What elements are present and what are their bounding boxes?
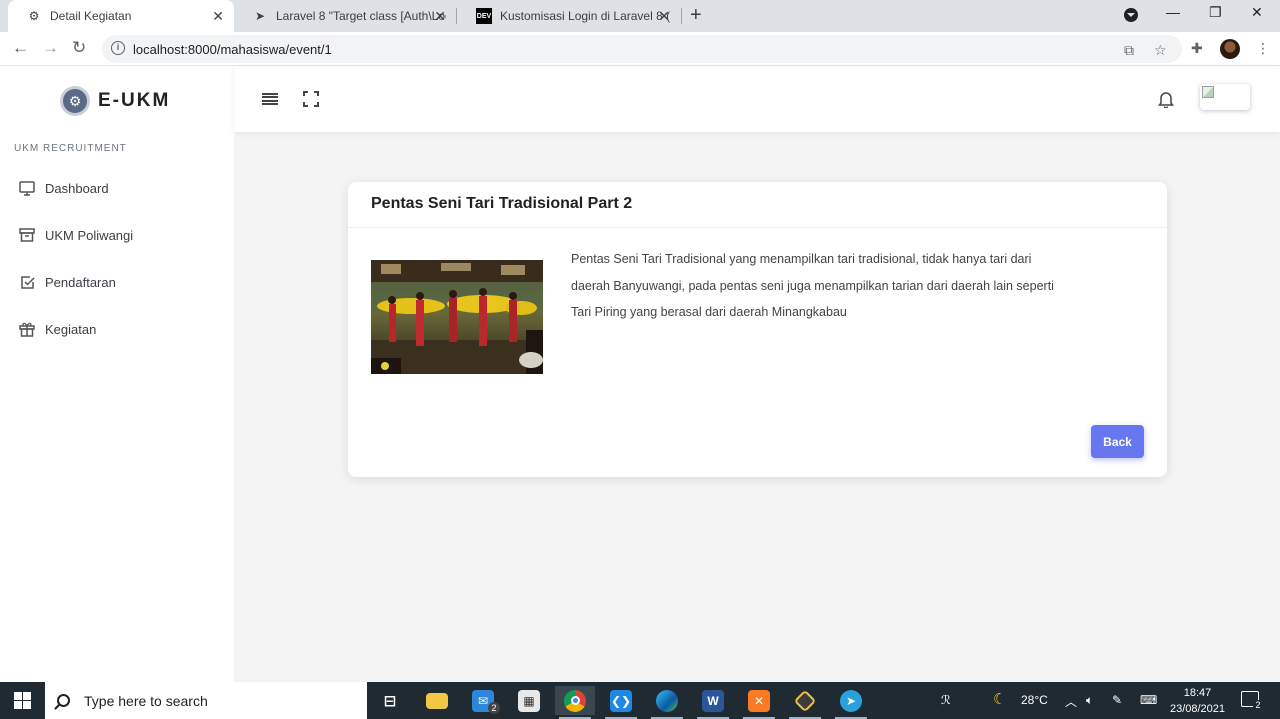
close-tab-icon[interactable]: ✕ — [212, 8, 224, 25]
telegram-icon[interactable]: ➤ — [831, 686, 871, 719]
volume-icon[interactable]: 🔈︎ — [1086, 693, 1093, 708]
extensions-puzzle-icon[interactable]: ✚ — [1191, 40, 1203, 57]
browser-tab-detail-kegiatan[interactable]: ⚙ Detail Kegiatan ✕ — [8, 0, 234, 32]
browser-tab-strip: ⚙ Detail Kegiatan ✕ ➤ Laravel 8 "Target … — [0, 0, 1280, 32]
git-icon[interactable] — [785, 686, 825, 719]
paper-plane-icon: ➤ — [254, 9, 266, 23]
windows-taskbar: Type here to search ⊟ ✉ 2 ▦ ❮❯ W ✕ ➤ ℛ ☾… — [0, 682, 1280, 719]
mail-badge: 2 — [488, 702, 500, 714]
minimize-icon[interactable]: — — [1166, 4, 1180, 20]
tab-divider — [681, 8, 682, 24]
gift-icon — [18, 320, 36, 338]
sidebar-item-pendaftaran[interactable]: Pendaftaran — [18, 273, 116, 291]
site-info-icon[interactable]: i — [111, 41, 125, 55]
forward-arrow-icon[interactable]: → — [42, 38, 59, 58]
hamburger-menu-icon[interactable] — [262, 93, 278, 105]
sidebar-item-kegiatan[interactable]: Kegiatan — [18, 320, 96, 338]
profile-avatar[interactable] — [1220, 39, 1240, 59]
bell-icon[interactable] — [1158, 90, 1174, 113]
search-icon — [57, 694, 70, 707]
reload-icon[interactable]: ↻ — [72, 38, 86, 58]
sidebar-item-ukm-poliwangi[interactable]: UKM Poliwangi — [18, 226, 133, 244]
edge-icon[interactable] — [647, 686, 687, 719]
clock-date: 23/08/2021 — [1169, 703, 1226, 715]
keyboard-icon[interactable]: ⌨ — [1140, 693, 1157, 707]
tab-search-icon[interactable] — [1124, 8, 1138, 22]
brand-name: E-UKM — [98, 90, 171, 111]
tab-title: Detail Kegiatan — [50, 9, 132, 23]
dev-icon: DEV — [476, 8, 492, 24]
event-description: Pentas Seni Tari Tradisional yang menamp… — [571, 252, 1054, 319]
windows-start-icon[interactable] — [14, 692, 31, 709]
tab-title: Laravel 8 "Target class [Auth\Login — [276, 9, 446, 23]
sidebar: ⚙ E-UKM UKM RECRUITMENT Dashboard UKM Po… — [0, 66, 234, 682]
user-avatar[interactable] — [1200, 84, 1250, 110]
task-view-icon[interactable]: ⊟ — [370, 686, 410, 715]
more-menu-icon[interactable]: ⋮ — [1256, 40, 1270, 57]
new-tab-icon[interactable]: + — [690, 4, 702, 27]
taskbar-clock[interactable]: 18:47 23/08/2021 — [1165, 685, 1230, 717]
bookmark-star-icon[interactable]: ☆ — [1154, 42, 1167, 59]
notification-count: 2 — [1253, 700, 1263, 711]
browser-tab-laravel[interactable]: ➤ Laravel 8 "Target class [Auth\Login ✕ — [234, 0, 456, 32]
weather-temperature[interactable]: 28°C — [1021, 693, 1048, 707]
weather-moon-icon: ☾ — [993, 691, 1007, 708]
tab-title: Kustomisasi Login di Laravel 8 (2021 — [500, 9, 670, 23]
sidebar-section-title: UKM RECRUITMENT — [14, 143, 127, 154]
vscode-icon[interactable]: ❮❯ — [601, 686, 641, 719]
app-logo-icon: ⚙ — [28, 9, 40, 23]
close-tab-icon[interactable]: ✕ — [658, 8, 670, 25]
url-text: localhost:8000/mahasiswa/event/1 — [133, 42, 332, 57]
chevron-up-icon[interactable]: ︿ — [1065, 693, 1077, 710]
tab-divider — [456, 8, 457, 24]
brand-logo-icon: ⚙ — [60, 86, 90, 116]
search-placeholder: Type here to search — [84, 692, 208, 709]
app-header — [234, 66, 1280, 132]
pen-icon[interactable]: ✎ — [1112, 693, 1122, 707]
close-window-icon[interactable]: ✕ — [1251, 4, 1263, 21]
check-square-icon — [18, 273, 36, 291]
sidebar-item-label: Kegiatan — [45, 321, 97, 337]
address-bar[interactable]: i localhost:8000/mahasiswa/event/1 ⧉ ☆ — [102, 35, 1182, 63]
xampp-icon[interactable]: ✕ — [739, 686, 779, 719]
mail-icon[interactable]: ✉ 2 — [463, 686, 503, 715]
translate-icon[interactable]: ⧉ — [1124, 42, 1134, 59]
taskbar-search-box[interactable]: Type here to search — [45, 682, 367, 719]
sidebar-item-dashboard[interactable]: Dashboard — [18, 179, 109, 197]
back-button[interactable]: Back — [1091, 425, 1144, 458]
chrome-icon[interactable] — [555, 686, 595, 719]
event-title: Pentas Seni Tari Tradisional Part 2 — [371, 195, 633, 212]
brand[interactable]: ⚙ E-UKM — [60, 86, 170, 116]
word-icon[interactable]: W — [693, 686, 733, 719]
file-explorer-icon[interactable] — [417, 686, 457, 715]
sidebar-item-label: Dashboard — [45, 180, 109, 196]
clock-time: 18:47 — [1183, 687, 1212, 699]
notification-center-icon[interactable]: 2 — [1241, 691, 1263, 711]
sidebar-item-label: UKM Poliwangi — [45, 227, 134, 243]
store-icon[interactable]: ▦ — [509, 686, 549, 715]
people-icon[interactable]: ℛ — [941, 693, 951, 707]
broken-image-icon — [1202, 86, 1214, 98]
restore-icon[interactable]: ❐ — [1209, 4, 1222, 21]
sidebar-item-label: Pendaftaran — [45, 274, 116, 290]
fullscreen-icon[interactable] — [303, 91, 319, 107]
browser-toolbar: ← → ↻ i localhost:8000/mahasiswa/event/1… — [0, 32, 1280, 66]
event-card: Pentas Seni Tari Tradisional Part 2 Pent… — [348, 182, 1167, 477]
archive-icon — [18, 226, 36, 244]
close-tab-icon[interactable]: ✕ — [434, 8, 446, 25]
card-header: Pentas Seni Tari Tradisional Part 2 — [348, 182, 1167, 228]
browser-tab-kustomisasi[interactable]: DEV Kustomisasi Login di Laravel 8 (2021… — [458, 0, 680, 32]
monitor-icon — [18, 179, 36, 197]
event-photo — [371, 260, 543, 374]
back-arrow-icon[interactable]: ← — [12, 38, 29, 58]
